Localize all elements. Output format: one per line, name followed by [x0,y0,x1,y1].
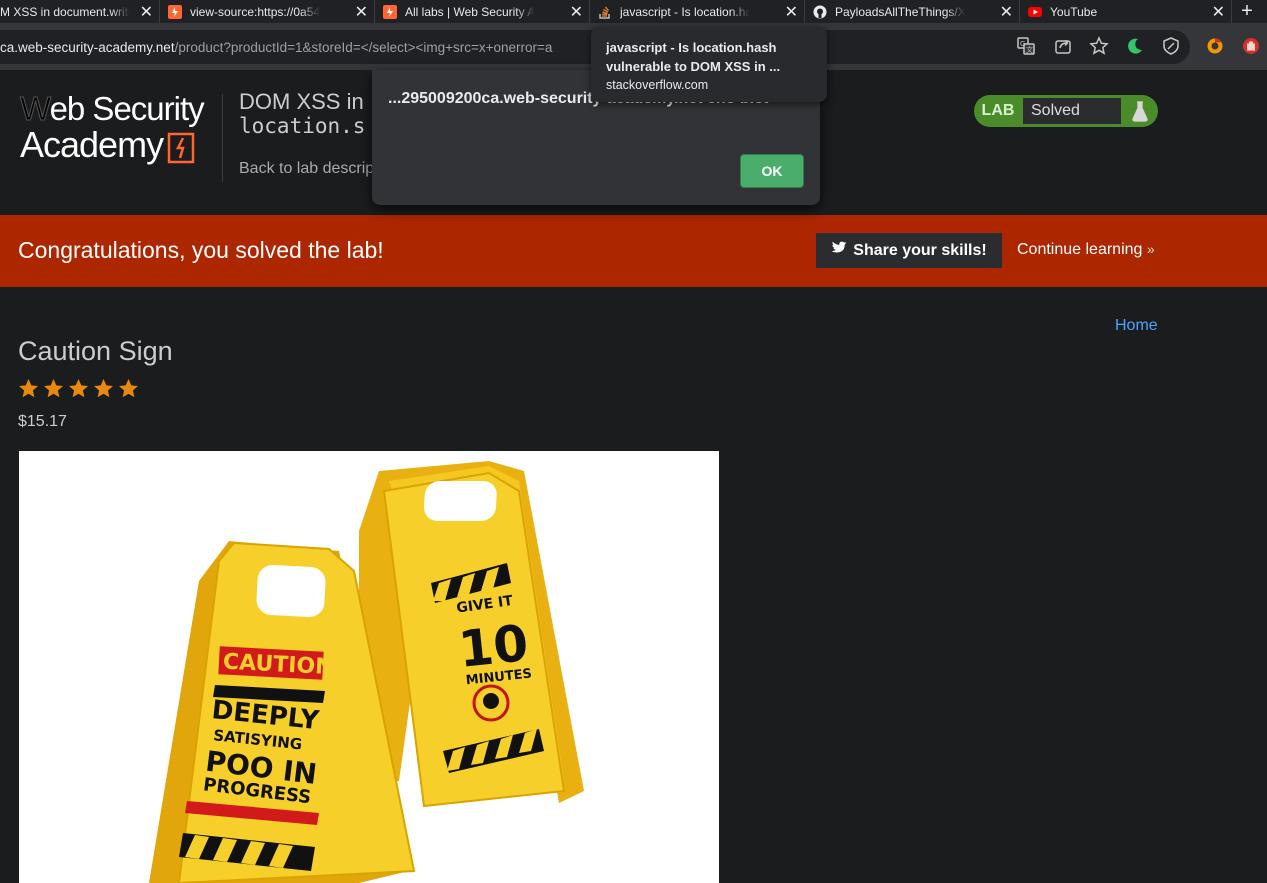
stop-hand-extension-icon[interactable] [1240,35,1262,57]
tab-title: javascript - Is location.hash vulnerable [620,4,750,19]
tooltip-site: stackoverflow.com [606,78,709,92]
tab-title: All labs | Web Security Academy [405,4,535,19]
url-path: /product?productId=1&storeId=</select><i… [174,39,553,55]
github-icon [813,5,827,19]
browser-tab[interactable]: PayloadsAllTheThings/XSS Injection ✕ [805,0,1020,23]
new-tab-icon[interactable]: + [1232,0,1262,23]
tab-title: view-source:https://0a5400b8 [190,4,320,19]
star-icon [119,379,138,398]
home-link[interactable]: Home [1115,317,1158,335]
chrome-extension-icon[interactable] [1204,35,1226,57]
star-icon [69,379,88,398]
continue-learning-link[interactable]: Continue learning » [1017,241,1155,259]
share-page-icon[interactable] [1052,35,1074,57]
shield-extension-icon[interactable] [1160,35,1182,57]
lab-status-label: LAB [981,102,1015,119]
svg-text:G: G [1020,40,1025,48]
solved-banner: Congratulations, you solved the lab! Sha… [0,215,1267,287]
tab-title: PayloadsAllTheThings/XSS Injection [835,4,965,19]
stackoverflow-icon [598,5,612,19]
browser-tab-strip: M XSS in document.write ✕ view-source:ht… [0,0,1267,23]
close-tab-icon[interactable]: ✕ [140,2,153,22]
double-chevron-right-icon: » [1146,241,1155,257]
tooltip-title: javascript - Is location.hash vulnerable… [606,40,781,74]
browser-tab[interactable]: YouTube ✕ [1020,0,1232,23]
continue-learning-label: Continue learning [1017,241,1143,258]
star-icon [94,379,113,398]
portswigger-icon [383,4,397,19]
twitter-icon [831,241,847,260]
bookmark-star-icon[interactable] [1088,35,1110,57]
tab-title: YouTube [1050,4,1098,19]
url-host: ca.web-security-academy.net [0,39,175,55]
lab-status-badge: LAB Solved [974,95,1158,127]
back-caution-sign: GIVE IT 10 MINUTES [359,461,584,808]
svg-text:文: 文 [1026,45,1033,54]
alert-ok-button[interactable]: OK [740,154,804,188]
close-tab-icon[interactable]: ✕ [1000,2,1013,22]
dark-mode-moon-icon[interactable] [1124,35,1146,57]
share-skills-label: Share your skills! [853,241,987,259]
tab-title: M XSS in document.write [0,4,130,19]
youtube-icon [1028,5,1042,19]
star-icon [44,379,63,398]
lab-title: DOM XSS in [239,89,364,114]
close-tab-icon[interactable]: ✕ [785,2,798,22]
browser-tab[interactable]: javascript - Is location.hash vulnerable… [590,0,805,23]
header-divider [222,94,223,182]
congratulations-message: Congratulations, you solved the lab! [18,237,384,263]
product-name: Caution Sign [18,336,173,366]
lab-title-code: location.s [239,114,366,138]
portswigger-icon [168,4,182,19]
flask-icon [1122,100,1158,122]
browser-tab[interactable]: All labs | Web Security Academy ✕ [375,0,590,23]
share-skills-button[interactable]: Share your skills! [816,233,1002,268]
close-tab-icon[interactable]: ✕ [355,2,368,22]
web-security-academy-logo[interactable]: Web Security Academy [20,91,220,167]
browser-tab[interactable]: view-source:https://0a5400b8 ✕ [160,0,375,23]
lab-status-value: Solved [1022,97,1122,125]
translate-icon[interactable]: G文 [1015,35,1037,57]
product-price: $15.17 [18,413,67,430]
back-to-lab-description-link[interactable]: Back to lab descript [239,160,379,178]
star-icon [19,379,38,398]
product-rating [18,378,139,399]
product-image: GIVE IT 10 MINUTES CAUTION DEEPLY SATISY… [19,451,719,883]
browser-tab[interactable]: M XSS in document.write ✕ [0,0,160,23]
close-tab-icon[interactable]: ✕ [1212,2,1225,22]
tab-hover-tooltip: javascript - Is location.hash vulnerable… [591,27,827,102]
close-tab-icon[interactable]: ✕ [570,2,583,22]
